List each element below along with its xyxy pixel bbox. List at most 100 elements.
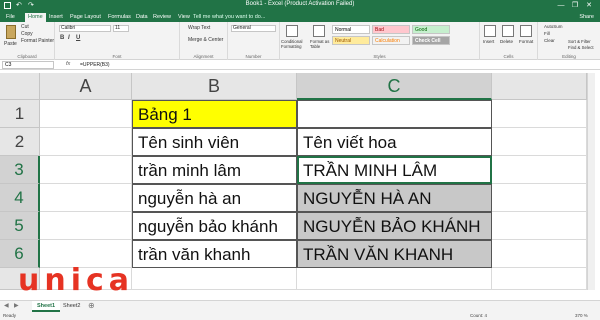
cell-d1[interactable] <box>492 100 587 128</box>
column-header-b[interactable]: B <box>132 73 297 100</box>
style-calculation[interactable]: Calculation <box>372 36 410 45</box>
bold-button[interactable]: B <box>60 35 64 41</box>
cell-c4[interactable]: NGUYỄN HÀ AN <box>297 184 492 212</box>
style-bad[interactable]: Bad <box>372 25 410 34</box>
cell-b5[interactable]: nguyễn bảo khánh <box>132 212 297 240</box>
underline-button[interactable]: U <box>76 35 80 41</box>
cell-c1[interactable] <box>297 100 492 128</box>
column-header-a[interactable]: A <box>40 73 132 100</box>
tab-formulas[interactable]: Formulas <box>105 13 134 22</box>
select-all-corner[interactable] <box>0 73 40 100</box>
cell-c7[interactable] <box>297 268 492 290</box>
copy-button[interactable]: Copy <box>21 31 33 37</box>
unica-logo: unica <box>18 263 135 298</box>
add-sheet-icon[interactable]: ⊕ <box>88 301 95 310</box>
status-bar: Ready Count: 4 370 % <box>0 312 600 320</box>
italic-button[interactable]: I <box>68 35 70 41</box>
formula-input[interactable]: =UPPER(B3) <box>80 62 110 68</box>
conditional-formatting-icon[interactable] <box>286 25 298 37</box>
cell-d6[interactable] <box>492 240 587 268</box>
cell-b1[interactable]: Bảng 1 <box>132 100 297 128</box>
alignment-group: Wrap Text Merge & Center Alignment <box>180 22 228 60</box>
cell-b2[interactable]: Tên sinh viên <box>132 128 297 156</box>
delete-cells-icon[interactable] <box>502 25 514 37</box>
maximize-button[interactable]: ❐ <box>568 0 582 12</box>
fill-button[interactable]: Fill <box>544 31 550 36</box>
sort-filter-button[interactable]: Sort & Filter <box>568 39 591 44</box>
insert-cells-icon[interactable] <box>484 25 496 37</box>
tab-data[interactable]: Data <box>133 13 151 22</box>
style-check-cell[interactable]: Check Cell <box>412 36 450 45</box>
cell-a1[interactable] <box>40 100 132 128</box>
tab-review[interactable]: Review <box>150 13 174 22</box>
find-select-button[interactable]: Find & Select <box>568 45 594 50</box>
cell-d4[interactable] <box>492 184 587 212</box>
font-group: Calibri 11 B I U Font <box>55 22 180 60</box>
autosum-button[interactable]: AutoSum <box>544 24 563 29</box>
tab-file[interactable]: File <box>3 13 18 22</box>
cell-b4[interactable]: nguyễn hà an <box>132 184 297 212</box>
cell-d2[interactable] <box>492 128 587 156</box>
cell-b3[interactable]: trần minh lâm <box>132 156 297 184</box>
row-header-3[interactable]: 3 <box>0 156 40 184</box>
font-size-select[interactable]: 11 <box>113 25 129 32</box>
tab-insert[interactable]: Insert <box>46 13 66 22</box>
name-box[interactable]: C3 <box>2 61 54 69</box>
tab-view[interactable]: View <box>175 13 193 22</box>
cell-a4[interactable] <box>40 184 132 212</box>
tab-page-layout[interactable]: Page Layout <box>67 13 104 22</box>
cut-button[interactable]: Cut <box>21 24 29 30</box>
sheet-tab-sheet2[interactable]: Sheet2 <box>58 301 85 312</box>
wrap-text-button[interactable]: Wrap Text <box>188 25 210 31</box>
cell-d5[interactable] <box>492 212 587 240</box>
vertical-scrollbar[interactable] <box>587 73 595 290</box>
cell-b7[interactable] <box>132 268 297 290</box>
style-normal[interactable]: Normal <box>332 25 370 34</box>
cell-d3[interactable] <box>492 156 587 184</box>
cell-c3[interactable]: TRẦN MINH LÂM <box>297 156 492 184</box>
paste-icon[interactable] <box>6 25 16 39</box>
cell-a5[interactable] <box>40 212 132 240</box>
fx-icon[interactable]: fx <box>66 61 70 67</box>
clear-button[interactable]: Clear <box>544 38 555 43</box>
cell-a3[interactable] <box>40 156 132 184</box>
minimize-button[interactable]: — <box>554 0 568 12</box>
close-button[interactable]: ✕ <box>582 0 596 12</box>
format-painter-button[interactable]: Format Painter <box>21 38 54 44</box>
sheet-tab-sheet1[interactable]: Sheet1 <box>32 301 61 312</box>
conditional-formatting-button[interactable]: Conditional Formatting <box>281 39 311 49</box>
font-name-select[interactable]: Calibri <box>59 25 111 32</box>
column-header-c[interactable]: C <box>297 73 492 100</box>
window-controls: — ❐ ✕ <box>554 0 596 12</box>
style-good[interactable]: Good <box>412 25 450 34</box>
format-as-table-button[interactable]: Format as Table <box>310 39 332 49</box>
number-group: General Number <box>228 22 280 60</box>
sheet-nav-prev-icon[interactable]: ◀ <box>4 302 9 309</box>
cell-c5[interactable]: NGUYỄN BẢO KHÁNH <box>297 212 492 240</box>
ribbon: Paste Cut Copy Format Painter Clipboard … <box>0 22 600 60</box>
delete-button[interactable]: Delete <box>500 39 513 44</box>
format-table-icon[interactable] <box>313 25 325 37</box>
status-ready: Ready <box>3 313 17 318</box>
cell-c2[interactable]: Tên viết hoa <box>297 128 492 156</box>
number-format-select[interactable]: General <box>231 25 276 32</box>
cell-c6[interactable]: TRẦN VĂN KHANH <box>297 240 492 268</box>
cell-a2[interactable] <box>40 128 132 156</box>
insert-button[interactable]: Insert <box>483 39 494 44</box>
row-header-4[interactable]: 4 <box>0 184 40 212</box>
row-header-5[interactable]: 5 <box>0 212 40 240</box>
format-cells-icon[interactable] <box>520 25 532 37</box>
format-button[interactable]: Format <box>519 39 533 44</box>
paste-button[interactable]: Paste <box>4 41 17 47</box>
share-button[interactable]: Share <box>579 13 594 22</box>
sheet-nav-next-icon[interactable]: ▶ <box>14 302 19 309</box>
zoom-level[interactable]: 370 % <box>575 312 588 320</box>
merge-center-button[interactable]: Merge & Center <box>188 37 223 43</box>
cell-d7[interactable] <box>492 268 587 290</box>
row-header-1[interactable]: 1 <box>0 100 40 128</box>
tell-me-search[interactable]: Tell me what you want to do... <box>193 13 265 22</box>
cell-b6[interactable]: trần văn khanh <box>132 240 297 268</box>
tab-home[interactable]: Home <box>25 13 46 22</box>
style-neutral[interactable]: Neutral <box>332 36 370 45</box>
row-header-2[interactable]: 2 <box>0 128 40 156</box>
